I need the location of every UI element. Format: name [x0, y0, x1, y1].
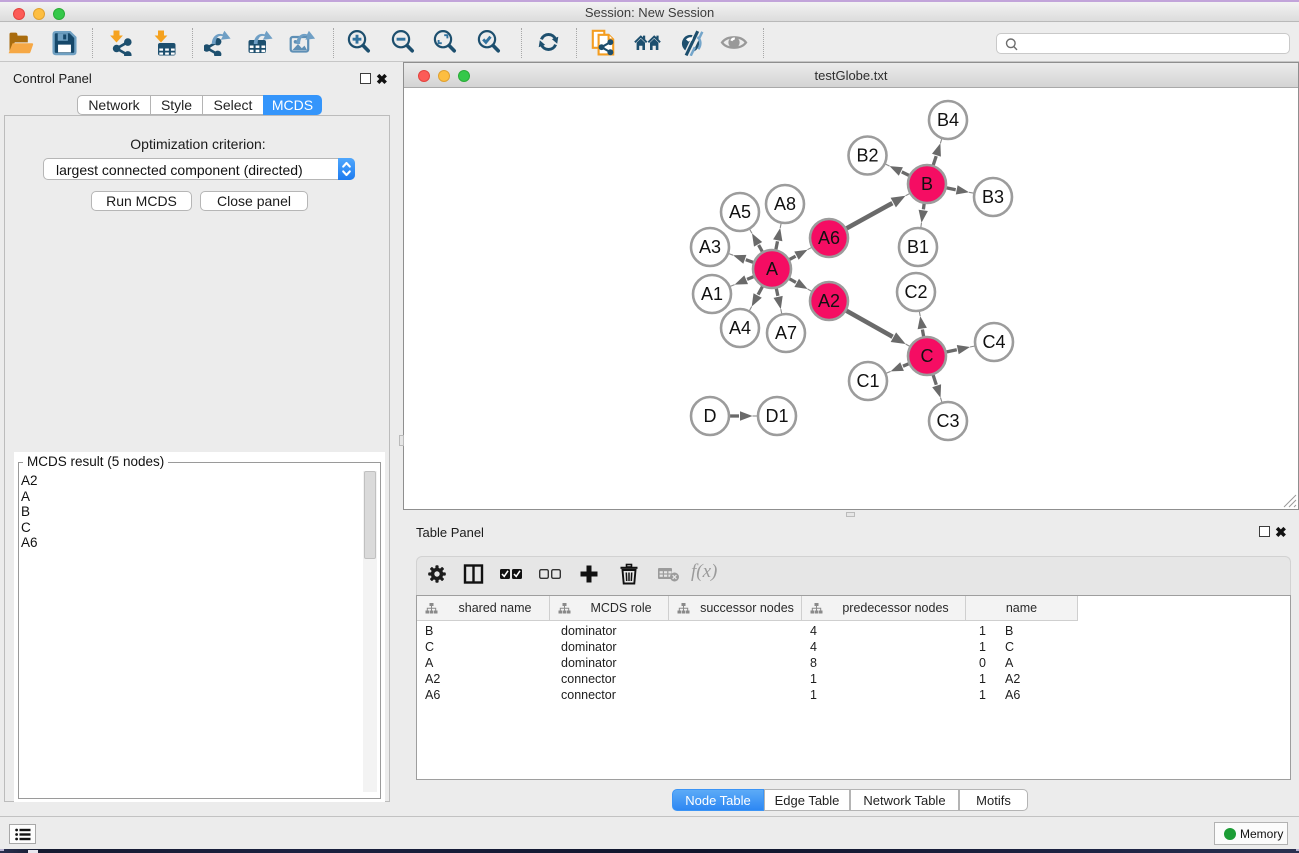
svg-text:A7: A7	[775, 323, 797, 343]
svg-text:B1: B1	[907, 237, 929, 257]
svg-text:D1: D1	[765, 406, 788, 426]
svg-text:B2: B2	[856, 146, 878, 166]
svg-text:A6: A6	[818, 228, 840, 248]
svg-text:C1: C1	[856, 371, 879, 391]
svg-text:C: C	[921, 346, 934, 366]
svg-text:B4: B4	[937, 110, 959, 130]
svg-text:A3: A3	[699, 237, 721, 257]
svg-text:A4: A4	[729, 318, 751, 338]
svg-text:B: B	[921, 174, 933, 194]
svg-text:A: A	[766, 259, 778, 279]
svg-text:A1: A1	[701, 284, 723, 304]
svg-text:C4: C4	[982, 332, 1005, 352]
svg-text:C2: C2	[904, 282, 927, 302]
svg-text:C3: C3	[936, 411, 959, 431]
svg-text:A5: A5	[729, 202, 751, 222]
svg-text:D: D	[704, 406, 717, 426]
svg-text:B3: B3	[982, 187, 1004, 207]
svg-text:A8: A8	[774, 194, 796, 214]
svg-text:A2: A2	[818, 291, 840, 311]
